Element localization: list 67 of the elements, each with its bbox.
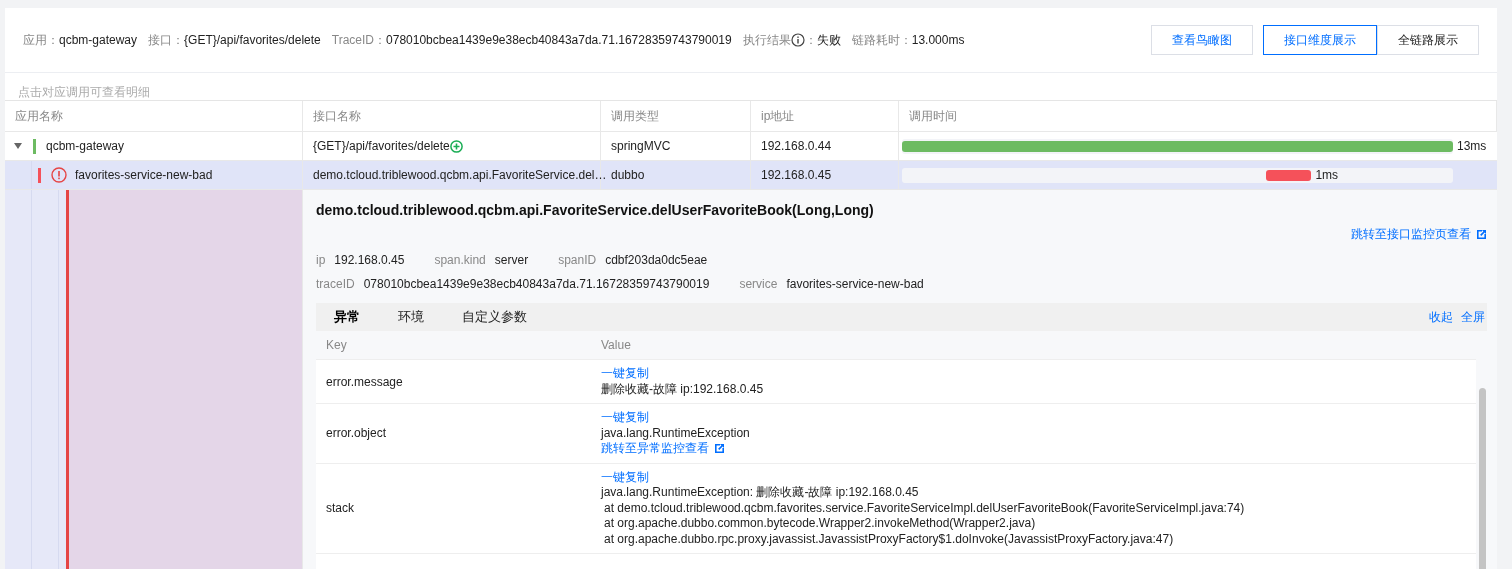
action-link[interactable]: 全屏 xyxy=(1461,308,1485,326)
table-cell-text: stack xyxy=(325,500,355,518)
table-cell: 192.168.0.44 xyxy=(751,132,899,160)
field-label: 接口： xyxy=(148,31,185,49)
attribute-label: span.kind xyxy=(434,252,486,267)
table-cell-text: error.object xyxy=(325,425,388,443)
interface-name: {GET}/api/favorites/delete xyxy=(313,139,450,153)
table-cell: springMVC xyxy=(601,132,751,160)
view-button[interactable]: 全链路展示 xyxy=(1377,25,1479,55)
app-name: qcbm-gateway xyxy=(46,139,125,153)
column-header: 调用时间 xyxy=(899,101,1497,131)
action-link[interactable]: 收起 xyxy=(1429,308,1453,326)
tab[interactable]: 异常 xyxy=(334,308,360,326)
attribute-value: server xyxy=(494,252,529,267)
field-value: 失败 xyxy=(816,31,841,49)
attribute-value: 078010bcbea1439e9e38ecb40843a7da.71.16728359743790019 xyxy=(363,276,710,291)
value-text: java.lang.RuntimeException: 删除收藏-故障 ip:192.168.0.45 xyxy=(601,485,920,501)
external-link-icon xyxy=(1476,229,1487,240)
add-icon[interactable] xyxy=(449,139,463,153)
copy-link[interactable]: 一键复制 xyxy=(601,410,1476,426)
column-header: 调用类型 xyxy=(601,101,751,131)
table-cell: 192.168.0.45 xyxy=(751,161,899,189)
stack-frame: at org.apache.dubbo.common.bytecode.Wrapper2.invokeMethod(Wrapper2.java) xyxy=(601,516,1476,532)
link-button[interactable]: 查看鸟瞰图 xyxy=(1151,25,1253,55)
duration-label: 13ms xyxy=(1457,139,1487,153)
view-button[interactable]: 接口维度展示 xyxy=(1263,25,1377,55)
field-label: ： xyxy=(804,31,817,49)
tab[interactable]: 环境 xyxy=(398,308,424,326)
column-header: Value xyxy=(600,338,632,352)
field-label: 链路耗时： xyxy=(851,31,912,49)
stack-frame: at org.apache.dubbo.rpc.proxy.javassist.JavassistProxyFactory$1.doInvoke(JavassistProxyFactory.java:47) xyxy=(601,531,1476,547)
table-cell-text: error.message xyxy=(325,373,404,391)
field-value: {GET}/api/favorites/delete xyxy=(184,33,321,47)
field-label: 执行结果 xyxy=(742,31,791,49)
attribute-value: 192.168.0.45 xyxy=(334,252,405,267)
attribute-label: traceID xyxy=(316,276,355,291)
tab[interactable]: 自定义参数 xyxy=(462,308,527,326)
field-value: qcbm-gateway xyxy=(59,33,138,47)
field-value: 078010bcbea1439e9e38ecb40843a7da.71.16728359743790019 xyxy=(386,33,732,47)
value-text: java.lang.RuntimeException xyxy=(601,425,751,441)
attribute-value: favorites-service-new-bad xyxy=(786,276,924,291)
stack-frame: at demo.tcloud.triblewood.qcbm.favorites.service.FavoriteServiceImpl.delUserFavoriteBook(FavoriteServiceImpl.java:74) xyxy=(601,500,1476,516)
hint-text: 点击对应调用可查看明细 xyxy=(17,84,150,100)
duration-label: 1ms xyxy=(1315,168,1339,182)
table-row[interactable]: favorites-service-new-bad demo.tcloud.triblewood.qcbm.api.FavoriteService.del… dubbo 192.168.0.45 1ms xyxy=(5,161,1497,190)
scrollbar-thumb[interactable] xyxy=(1479,388,1486,569)
attribute-label: ip xyxy=(316,252,326,267)
value-text: 删除收藏-故障 ip:192.168.0.45 xyxy=(601,381,765,397)
attribute-label: spanID xyxy=(558,252,597,267)
column-header: 应用名称 xyxy=(5,101,303,131)
column-header: ip地址 xyxy=(751,101,899,131)
interface-name: demo.tcloud.triblewood.qcbm.api.FavoriteService.del… xyxy=(313,168,607,182)
field-label: TraceID： xyxy=(331,31,387,49)
column-header: 接口名称 xyxy=(303,101,601,131)
monitor-link[interactable]: 跳转至接口监控页查看 xyxy=(1351,226,1471,243)
field-label: 应用： xyxy=(23,31,59,49)
copy-link[interactable]: 一键复制 xyxy=(601,469,1476,485)
copy-link[interactable]: 一键复制 xyxy=(601,366,1476,382)
method-title: demo.tcloud.triblewood.qcbm.api.FavoriteService.delUserFavoriteBook(Long,Long) xyxy=(316,202,875,218)
exception-monitor-link[interactable]: 跳转至异常监控查看 xyxy=(601,441,709,457)
attribute-value: cdbf203da0dc5eae xyxy=(605,252,708,267)
app-name: favorites-service-new-bad xyxy=(75,168,213,182)
attribute-label: service xyxy=(739,276,778,291)
column-header: Key xyxy=(325,338,348,352)
external-link-icon xyxy=(714,443,725,455)
caret-down-icon[interactable] xyxy=(14,143,22,149)
field-value: 13.000ms xyxy=(911,33,965,47)
